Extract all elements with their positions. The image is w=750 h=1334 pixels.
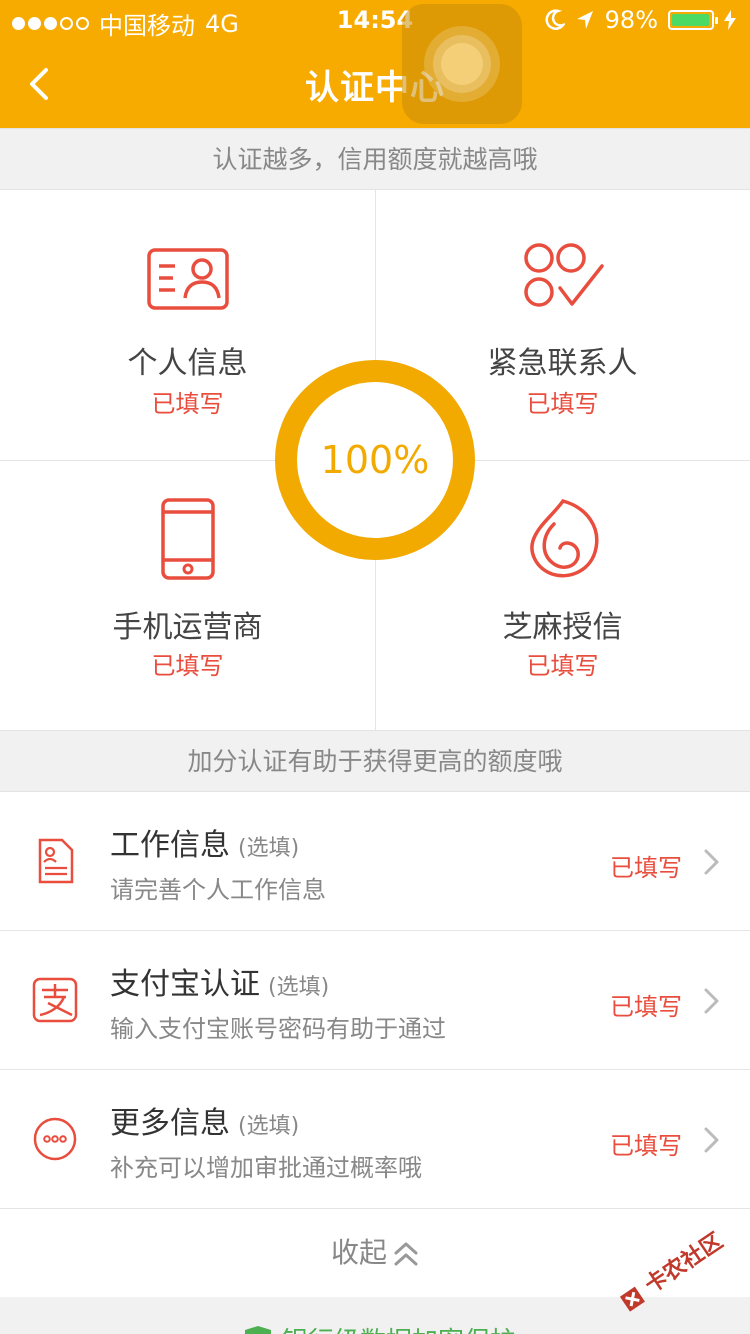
list-item-work-info[interactable]: 工作信息 (选填) 请完善个人工作信息 已填写 <box>0 792 750 931</box>
list-item-alipay[interactable]: 支付宝认证 (选填) 输入支付宝账号密码有助于通过 已填写 <box>0 931 750 1070</box>
list-item-status: 已填写 <box>610 854 682 882</box>
list-item-more-info[interactable]: 更多信息 (选填) 补充可以增加审批通过概率哦 已填写 <box>0 1070 750 1209</box>
id-card-icon <box>147 248 229 310</box>
contacts-check-icon <box>524 243 604 307</box>
battery-icon <box>668 10 718 30</box>
collapse-label: 收起 <box>330 1236 387 1269</box>
moon-icon <box>545 9 565 30</box>
shield-check-icon <box>245 1325 271 1334</box>
grid-item-label: 芝麻授信 <box>502 610 623 645</box>
optional-verification-list: 工作信息 (选填) 请完善个人工作信息 已填写 支付宝认证 (选填) 输入支付宝账号… <box>0 792 750 1209</box>
battery-percent: 98% <box>604 6 658 34</box>
chevron-right-icon <box>704 1127 719 1153</box>
grid-item-status: 已填写 <box>151 652 224 680</box>
hint-banner-bottom: 加分认证有助于获得更高的额度哦 <box>0 730 750 792</box>
list-item-status: 已填写 <box>610 1132 682 1160</box>
list-item-title: 支付宝认证 (选填) <box>110 967 330 1002</box>
double-chevron-up-icon <box>394 1242 418 1266</box>
chevron-right-icon <box>704 988 719 1014</box>
phone-icon <box>161 498 215 580</box>
assistive-touch-button[interactable] <box>402 4 522 124</box>
page-title: 认证中心 <box>305 68 445 108</box>
navigation-bar: 认证中心 <box>0 40 750 128</box>
document-icon <box>38 838 74 884</box>
completion-percent: 100% <box>320 438 430 482</box>
chevron-right-icon <box>704 849 719 875</box>
more-icon <box>33 1117 77 1161</box>
status-right: 98% <box>545 6 736 34</box>
list-item-status: 已填写 <box>610 993 682 1021</box>
list-item-description: 请完善个人工作信息 <box>110 876 326 904</box>
sesame-credit-icon <box>530 498 599 578</box>
grid-item-status: 已填写 <box>526 652 599 680</box>
optional-tag: (选填) <box>238 1114 300 1139</box>
security-text: 银行级数据加密保护 <box>282 1321 516 1334</box>
optional-tag: (选填) <box>268 975 330 1000</box>
security-note: 银行级数据加密保护 <box>244 1321 516 1334</box>
optional-tag: (选填) <box>238 836 300 861</box>
list-item-title: 更多信息 (选填) <box>110 1106 300 1141</box>
alipay-icon <box>32 977 78 1023</box>
location-arrow-icon <box>576 11 593 29</box>
hint-banner-top: 认证越多，信用额度就越高哦 <box>0 128 750 190</box>
grid-item-label: 手机运营商 <box>112 610 263 645</box>
list-item-description: 输入支付宝账号密码有助于通过 <box>110 1015 446 1043</box>
list-item-title: 工作信息 (选填) <box>110 828 300 863</box>
charging-bolt-icon <box>724 10 736 30</box>
list-item-description: 补充可以增加审批通过概率哦 <box>110 1154 422 1182</box>
status-bar: 中国移动 4G 14:54 98% <box>0 0 750 40</box>
